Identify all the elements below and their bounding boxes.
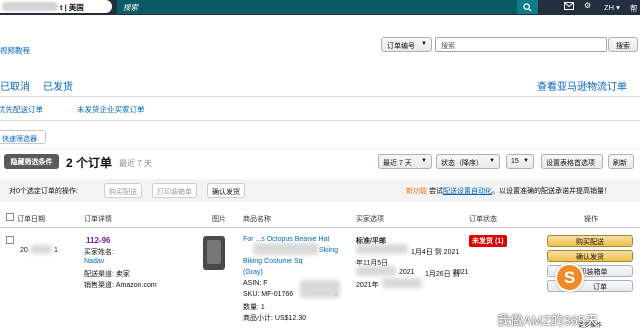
shipping-automation-link[interactable]: 配送设置自动化 — [443, 188, 492, 195]
watermark-text: 我做AMZ的365天 — [497, 313, 599, 328]
column-header-order-date[interactable]: 订单日期 — [17, 214, 45, 224]
buyer-name-link[interactable]: Nadav — [84, 258, 104, 265]
language-label: ZH — [604, 3, 614, 12]
deliver-by-date: 2021 — [453, 269, 469, 276]
blurred-date — [382, 278, 422, 288]
tab-shipped[interactable]: 已发货 — [43, 78, 73, 93]
promo-text-1: 尝试 — [428, 188, 443, 195]
seller-central-orders-page: { "topbar": { "store_suffix": "t | 美国", … — [0, 0, 640, 331]
sort-select[interactable]: 状态（降序） ▼ — [436, 154, 500, 169]
order-id-link[interactable]: 112-96 — [86, 236, 110, 245]
order-search-type-value: 订单编号 — [387, 43, 415, 50]
order-search-input[interactable]: 搜索 — [435, 37, 607, 52]
chevron-down-icon: ▾ — [616, 3, 620, 12]
column-header-order-details: 订单详情 — [84, 216, 112, 223]
chevron-down-icon: ▼ — [489, 158, 495, 164]
watermark-logo: S — [555, 263, 584, 292]
promo-new-badge: 新功能 — [406, 188, 427, 195]
blurred-date — [356, 244, 408, 254]
column-header-product-name: 商品名称 — [243, 216, 271, 223]
mail-icon[interactable] — [564, 2, 574, 12]
period-select-value: 最近 7 天 — [383, 160, 412, 167]
tab-cancelled[interactable]: 已取消 — [0, 78, 30, 93]
language-switcher[interactable]: ZH ▾ — [604, 3, 620, 12]
view-fba-orders-link[interactable]: 查看亚马逊物流订单 — [537, 78, 627, 93]
order-date-part: 20 — [20, 247, 28, 254]
blurred-product-text — [300, 280, 340, 298]
table-preferences-button[interactable]: 设置表格首选项 — [541, 154, 603, 169]
ship-by-date: 1月4日 到 2021 — [411, 249, 460, 256]
bulk-buy-shipping-button[interactable]: 购买配送 — [104, 183, 142, 198]
bulk-action-label: 对0个选定订单的操作: — [9, 188, 78, 195]
column-header-image: 图片 — [212, 216, 226, 223]
divider — [0, 148, 640, 149]
column-header-order-status: 订单状态 — [469, 216, 497, 223]
order-count: 2 个订单 — [66, 156, 113, 170]
per-page-select[interactable]: 15 ▼ — [506, 154, 534, 169]
order-search-button[interactable]: 搜索 — [608, 37, 638, 52]
video-tutorial-link[interactable]: 视频教程 — [0, 45, 30, 56]
product-title-line1[interactable]: For ...s Octopus Beanie Hat — [243, 236, 329, 243]
subtab-unshipped-business[interactable]: 未发货企业买家订单 — [77, 104, 145, 115]
bulk-print-packing-slip-button[interactable]: 打印装箱单 — [152, 183, 197, 198]
buy-shipping-button[interactable]: 购买配送 — [547, 235, 633, 247]
divider — [0, 227, 640, 228]
period-select[interactable]: 最近 7 天 ▼ — [378, 154, 432, 169]
order-search-type-select[interactable]: 订单编号 ▼ — [381, 37, 432, 52]
chevron-down-icon: ▼ — [421, 41, 427, 47]
divider — [0, 96, 640, 97]
column-header-actions: 操作 — [584, 216, 598, 223]
help-link[interactable]: 帮 — [630, 3, 638, 14]
product-image[interactable] — [203, 236, 225, 270]
sort-select-value: 状态（降序） — [441, 160, 483, 167]
blurred-date — [30, 245, 52, 254]
product-subtotal: 商品小计: US$12.30 — [243, 315, 307, 322]
column-header-buyer-options: 买家选项 — [356, 216, 384, 223]
hide-filters-button[interactable]: 隐藏筛选条件 — [4, 154, 59, 169]
watermark-logo-letter: S — [563, 268, 576, 287]
global-search-input[interactable]: 搜索 — [117, 0, 517, 14]
product-title-line2[interactable]: Biking Costume Sq — [243, 258, 303, 265]
row-checkbox[interactable] — [6, 236, 14, 244]
store-marketplace-label: t | 美国 — [60, 3, 84, 12]
deliver-by-date: 2021 — [399, 269, 415, 276]
order-search-placeholder: 搜索 — [441, 43, 455, 50]
divider — [0, 120, 640, 121]
blurred-store-name — [2, 2, 58, 11]
top-navigation-bar: t | 美国 搜索 ⚙ ZH ▾ 帮 — [0, 0, 640, 15]
status-badge: 未发货 (1) — [469, 235, 507, 247]
bulk-confirm-shipment-button[interactable]: 确认发货 — [207, 183, 245, 198]
order-period-label: 最近 7 天 — [119, 159, 152, 168]
search-icon — [523, 3, 532, 12]
order-date-part: 1 — [54, 247, 58, 254]
fulfillment-channel: 配送渠道: 卖家 — [84, 271, 130, 278]
deliver-by-date: 2021年 — [356, 282, 379, 289]
product-title-line3[interactable]: (Gray) — [243, 269, 263, 276]
blurred-date — [356, 266, 396, 276]
chevron-down-icon: ▼ — [421, 158, 427, 164]
product-quantity: 数量: 1 — [243, 304, 265, 311]
subtab-priority-shipping[interactable]: 优先配送订单 — [0, 104, 43, 115]
quick-filter-button[interactable]: 快速筛选器 — [0, 130, 46, 144]
global-search-button[interactable] — [517, 0, 538, 14]
sales-channel: 销售渠道: Amazon.com — [84, 282, 157, 289]
chevron-down-icon: ▼ — [523, 158, 529, 164]
select-all-checkbox[interactable] — [6, 213, 14, 221]
store-switcher[interactable]: t | 美国 — [0, 0, 112, 13]
refresh-button[interactable]: 刷新 — [608, 154, 634, 169]
confirm-shipment-button[interactable]: 确认发货 — [547, 250, 633, 262]
product-title-line1-end[interactable]: Skiing — [319, 247, 338, 254]
product-asin: ASIN: F — [243, 280, 268, 287]
gear-icon[interactable]: ⚙ — [584, 1, 591, 10]
promo-text-2: 。以设置准确的配送承诺并提高销量！ — [491, 188, 611, 195]
bulk-action-bar: 对0个选定订单的操作: 购买配送 打印装箱单 确认发货 新功能 尝试配送设置自动… — [0, 179, 640, 202]
buyer-name-label: 买家姓名: — [84, 249, 114, 256]
blurred-product-text — [253, 243, 319, 255]
shipping-automation-promo: 新功能 尝试配送设置自动化。以设置准确的配送承诺并提高销量！ — [406, 186, 611, 196]
product-sku: SKU: MF-01766 — [243, 291, 294, 298]
global-search-placeholder: 搜索 — [123, 3, 138, 12]
per-page-select-value: 15 — [511, 158, 519, 165]
